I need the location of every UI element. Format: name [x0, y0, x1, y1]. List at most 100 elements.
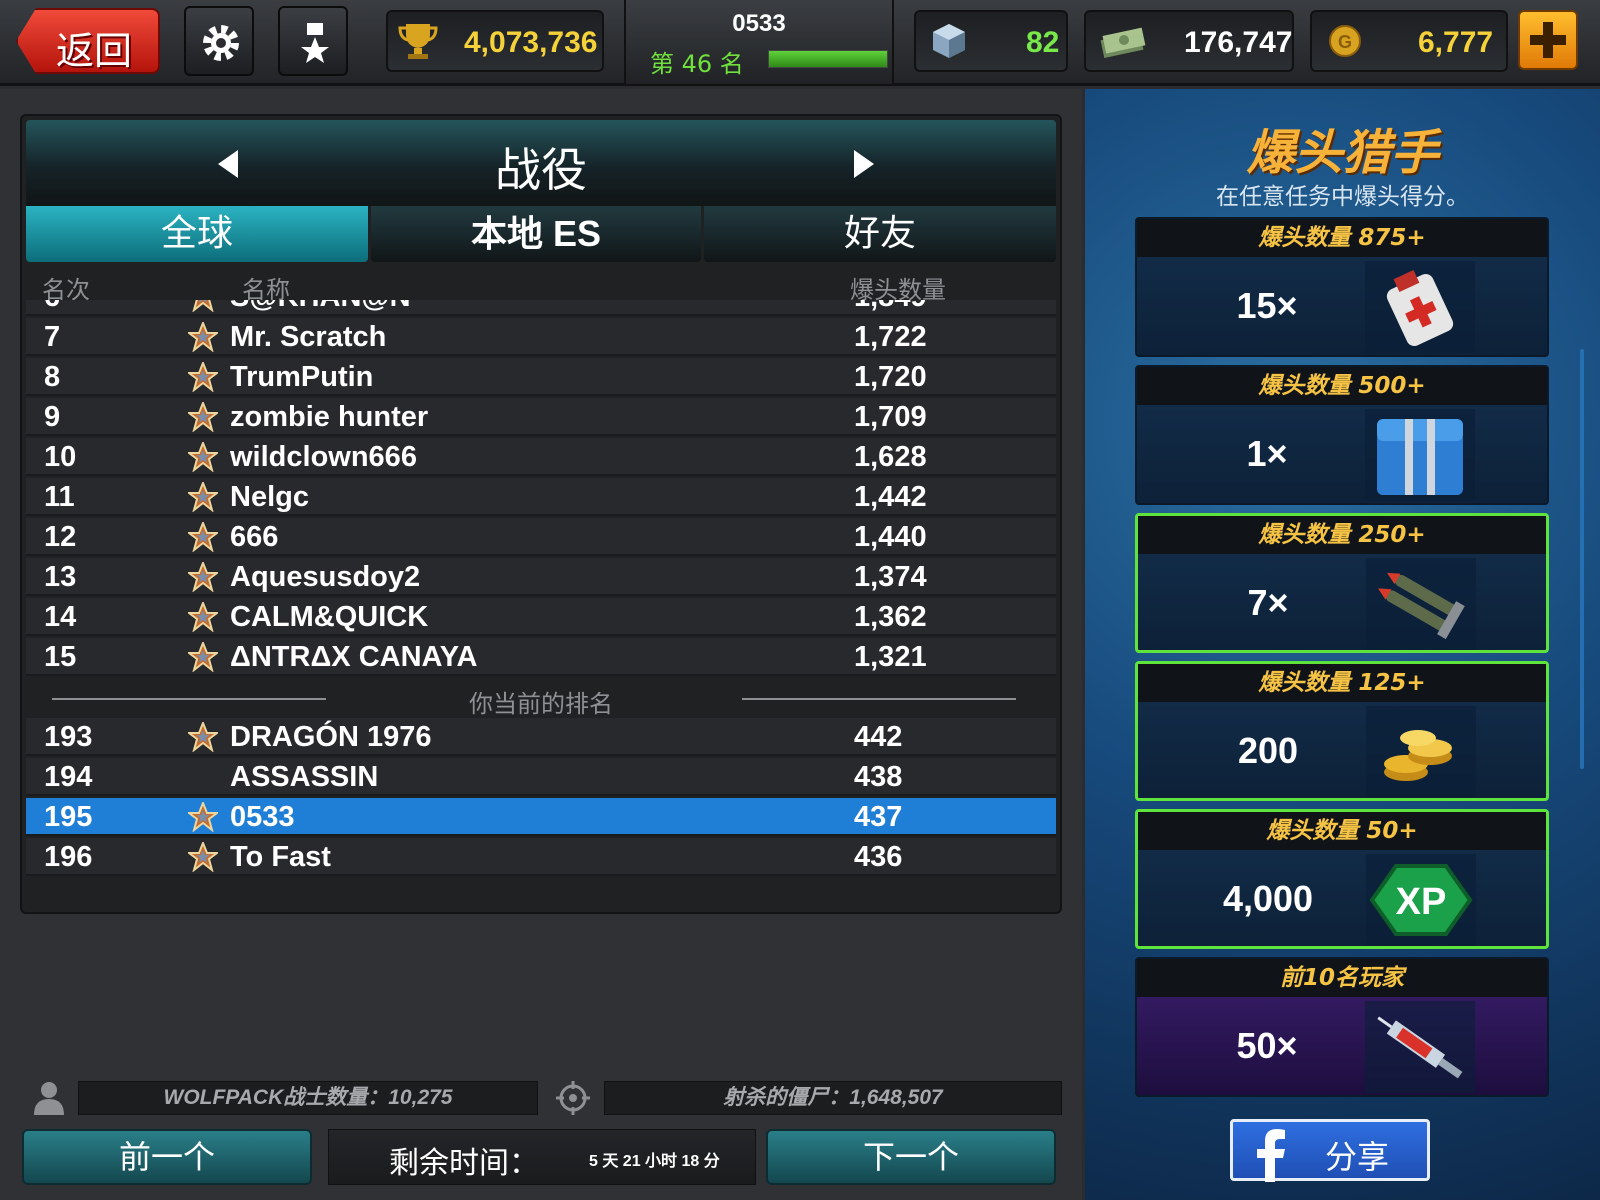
- table-row[interactable]: 13 Aquesusdoy2 1,374: [26, 558, 1056, 596]
- row-player-name: 0533: [230, 801, 295, 833]
- row-player-name: Aquesusdoy2: [230, 561, 421, 593]
- row-player-name: Mr. Scratch: [230, 321, 387, 353]
- row-badge: [186, 320, 220, 356]
- next-button[interactable]: 下一个: [766, 1129, 1056, 1185]
- row-rank: 193: [44, 721, 93, 753]
- row-rank: 6: [44, 300, 60, 314]
- table-row[interactable]: 8 TrumPutin 1,720: [26, 358, 1056, 396]
- medkit-icon: [1386, 270, 1454, 347]
- reward-card[interactable]: 爆头数量 125+ 200: [1135, 661, 1549, 801]
- row-rank: 11: [44, 481, 75, 513]
- time-remaining-label: 剩余时间：: [389, 1146, 539, 1181]
- settings-button[interactable]: [184, 6, 254, 76]
- reward-requirement: 前10名玩家: [1137, 959, 1547, 997]
- row-score: 1,321: [854, 641, 927, 673]
- table-row-selected[interactable]: 195 0533 437: [26, 798, 1056, 836]
- cash-box: 176,747: [1084, 10, 1294, 72]
- table-row[interactable]: 14 CALM&QUICK 1,362: [26, 598, 1056, 636]
- table-row[interactable]: 194 ASSASSIN 438: [26, 758, 1056, 796]
- leaderboard: 战役 全球 本地 ES 好友 名次 名称 爆头数量 6 S@KHAN@N 1,849…: [20, 114, 1062, 914]
- row-score: 437: [854, 801, 903, 833]
- divider-line: [742, 698, 1016, 700]
- reward-card[interactable]: 前10名玩家 50×: [1135, 957, 1549, 1097]
- back-button[interactable]: 返回: [16, 8, 160, 74]
- rank-star-icon: [186, 600, 220, 633]
- row-badge: [186, 440, 220, 476]
- table-row[interactable]: 193 DRAGÓN 1976 442: [26, 718, 1056, 756]
- rewards-scrollbar[interactable]: [1580, 349, 1584, 769]
- leaderboard-rows[interactable]: 6 S@KHAN@N 1,849 7 Mr. Scratch 1,722 8 TrumPuti…: [26, 300, 1056, 900]
- row-badge: [188, 300, 218, 316]
- facebook-share-button[interactable]: 分享: [1230, 1119, 1430, 1182]
- zombies-killed: 射杀的僵尸：1,648,507: [604, 1081, 1062, 1115]
- rewards-subtitle: 在任意任务中爆头得分。: [1216, 184, 1469, 210]
- row-player-name: S@KHAN@N: [230, 300, 411, 314]
- player-name: 0533: [732, 10, 786, 37]
- table-row[interactable]: 10 wildclown666 1,628: [26, 438, 1056, 476]
- rank-star-icon: [186, 720, 220, 753]
- row-player-name: TrumPutin: [230, 361, 374, 393]
- row-score: 1,722: [854, 321, 927, 353]
- reward-card[interactable]: 爆头数量 50+ 4,000 XP: [1135, 809, 1549, 949]
- reward-card[interactable]: 爆头数量 500+ 1×: [1135, 365, 1549, 505]
- row-player-name: ΔNTRΔX CANAYA: [230, 641, 478, 673]
- gold-coin-icon: G: [1329, 25, 1361, 57]
- rank-star-icon: [186, 320, 220, 353]
- row-rank: 13: [44, 561, 77, 593]
- reward-amount: 4,000: [1222, 878, 1314, 919]
- reward-amount: 1×: [1246, 433, 1288, 474]
- table-row[interactable]: 15 ΔNTRΔX CANAYA 1,321: [26, 638, 1056, 676]
- player-info: 0533 第 46 名: [624, 0, 894, 84]
- table-row[interactable]: 11 Nelgc 1,442: [26, 478, 1056, 516]
- add-currency-button[interactable]: [1518, 10, 1578, 70]
- trophy-score: 4,073,736: [464, 26, 598, 59]
- row-rank: 194: [44, 761, 93, 793]
- reward-card[interactable]: 爆头数量 875+ 15×: [1135, 217, 1549, 357]
- row-rank: 9: [44, 401, 61, 433]
- time-remaining-box: 剩余时间： 5 天 21 小时 18 分: [328, 1129, 756, 1185]
- table-row[interactable]: 6 S@KHAN@N 1,849: [26, 300, 1056, 316]
- share-label: 分享: [1325, 1138, 1390, 1176]
- rank-star-icon: [186, 800, 220, 833]
- leaderboard-title: 战役: [495, 143, 587, 197]
- reward-requirement: 爆头数量 500+: [1137, 367, 1547, 405]
- row-rank: 196: [44, 841, 93, 873]
- table-row[interactable]: 9 zombie hunter 1,709: [26, 398, 1056, 436]
- row-score: 1,374: [854, 561, 927, 593]
- row-rank: 15: [44, 641, 77, 673]
- rank-star-icon: [192, 300, 214, 313]
- tab-global[interactable]: 全球: [26, 206, 368, 262]
- time-remaining-value: 5 天 21 小时 18 分: [589, 1153, 720, 1170]
- wolfpack-count: WOLFPACK战士数量：10,275: [78, 1081, 538, 1115]
- reward-image: [1365, 261, 1475, 353]
- reward-amount: 7×: [1247, 582, 1289, 623]
- rewards-panel: 爆头猎手 在任意任务中爆头得分。 爆头数量 875+ 15× 爆头数量 500+ 1×…: [1085, 89, 1600, 1200]
- row-player-name: wildclown666: [230, 441, 417, 473]
- row-badge: [186, 720, 220, 756]
- reward-requirement: 爆头数量 250+: [1138, 516, 1546, 554]
- current-rank-divider: 你当前的排名: [30, 678, 1052, 718]
- row-player-name: CALM&QUICK: [230, 601, 429, 633]
- player-count-icon: [34, 1082, 64, 1115]
- tab-friends[interactable]: 好友: [704, 206, 1056, 262]
- next-event-arrow[interactable]: [854, 150, 874, 178]
- facebook-icon: [1257, 1129, 1285, 1182]
- previous-button[interactable]: 前一个: [22, 1129, 312, 1185]
- medal-button[interactable]: [278, 6, 348, 76]
- table-row[interactable]: 196 To Fast 436: [26, 838, 1056, 876]
- reward-card[interactable]: 爆头数量 250+ 7×: [1135, 513, 1549, 653]
- cash-count: 176,747: [1184, 26, 1293, 59]
- table-row[interactable]: 12 666 1,440: [26, 518, 1056, 556]
- reward-amount: 15×: [1236, 285, 1298, 326]
- rewards-title: 爆头猎手: [1246, 125, 1439, 181]
- scope-tabs: 全球 本地 ES 好友: [26, 206, 1056, 262]
- tab-local[interactable]: 本地 ES: [371, 206, 701, 262]
- row-badge: [186, 640, 220, 676]
- player-rank: 第 46 名: [650, 50, 744, 78]
- gold-count: 6,777: [1418, 26, 1494, 59]
- back-button-label: 返回: [56, 29, 133, 73]
- table-row[interactable]: 7 Mr. Scratch 1,722: [26, 318, 1056, 356]
- reward-image: [1365, 409, 1475, 501]
- row-score: 438: [854, 761, 903, 793]
- gems-count: 82: [1026, 26, 1060, 59]
